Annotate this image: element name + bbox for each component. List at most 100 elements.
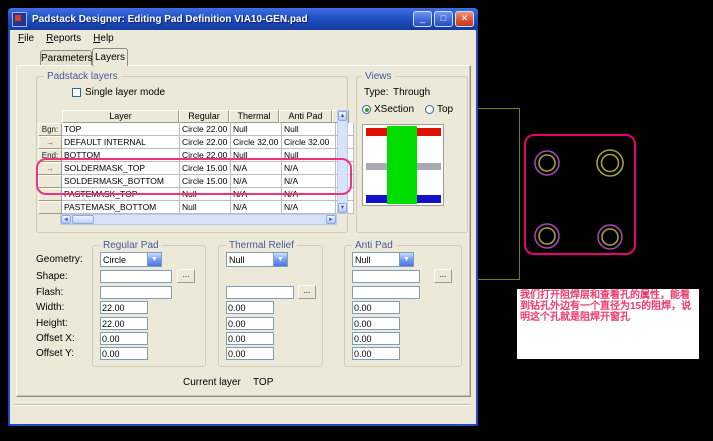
- cell-layer[interactable]: TOP: [62, 123, 180, 136]
- preview-top-pad-left: [366, 128, 387, 136]
- cell-anti-pad[interactable]: N/A: [282, 201, 336, 214]
- cell-regular-pad[interactable]: Circle 22.00: [180, 136, 231, 149]
- soldermask-highlight-ring: [36, 158, 352, 195]
- regular-pad-group-label: Regular Pad: [100, 240, 162, 251]
- view-type-label: Type:: [364, 87, 388, 98]
- table-row[interactable]: Bgn:TOPCircle 22.00NullNull: [38, 123, 338, 136]
- cell-anti-pad[interactable]: Null: [282, 123, 336, 136]
- xsection-radio-label: XSection: [374, 104, 414, 115]
- preview-internal-pad-left: [366, 163, 387, 170]
- anti-height-input[interactable]: [352, 317, 400, 330]
- thermal-relief-group-label: Thermal Relief: [226, 240, 297, 251]
- regular-offset-x-input[interactable]: [100, 332, 148, 345]
- scroll-up-button[interactable]: ▲: [338, 111, 347, 121]
- table-row[interactable]: PASTEMASK_BOTTOMNullN/AN/A: [38, 201, 338, 214]
- via-drill: [602, 229, 618, 245]
- shape-label: Shape:: [36, 271, 68, 282]
- close-button[interactable]: ✕: [455, 11, 474, 27]
- anti-pad-group-label: Anti Pad: [352, 240, 396, 251]
- thermal-shape-browse-button[interactable]: ...: [298, 285, 316, 299]
- menu-bar: FileReportsHelp: [12, 31, 472, 46]
- hscroll-thumb[interactable]: [72, 215, 94, 224]
- cell-regular-pad[interactable]: Null: [180, 201, 231, 214]
- current-layer-label: Current layer: [183, 377, 241, 388]
- column-header[interactable]: Thermal Relief: [229, 110, 279, 123]
- thermal-shape-input[interactable]: [226, 286, 294, 299]
- anti-offset-y-input[interactable]: [352, 347, 400, 360]
- single-layer-mode-checkbox[interactable]: [72, 88, 81, 97]
- top-radio-label: Top: [437, 104, 453, 115]
- cell-layer[interactable]: DEFAULT INTERNAL: [62, 136, 180, 149]
- top-radio[interactable]: [425, 105, 434, 114]
- cell-anti-pad[interactable]: Circle 32.00: [282, 136, 336, 149]
- geometry-label: Geometry:: [36, 254, 83, 265]
- table-header-row: LayerRegular PadThermal ReliefAnti Pad: [38, 110, 338, 123]
- table-hscrollbar[interactable]: ◄ ►: [60, 214, 337, 225]
- dialog-bottom-divider: [14, 404, 471, 406]
- regular-geometry-value: Circle: [101, 255, 147, 265]
- thermal-offset-x-input[interactable]: [226, 332, 274, 345]
- scroll-down-button[interactable]: ▼: [338, 203, 347, 213]
- table-row[interactable]: →DEFAULT INTERNALCircle 22.00Circle 32.0…: [38, 136, 338, 149]
- chevron-down-icon[interactable]: ▼: [273, 253, 287, 266]
- canvas-vias: [505, 105, 665, 270]
- window-title: Padstack Designer: Editing Pad Definitio…: [32, 14, 411, 25]
- anti-shape-input[interactable]: [352, 270, 420, 283]
- tab-parameters[interactable]: Parameters: [40, 50, 92, 65]
- row-marker-button[interactable]: →: [38, 136, 62, 149]
- thermal-width-input[interactable]: [226, 301, 274, 314]
- scroll-right-button[interactable]: ►: [326, 215, 336, 224]
- cell-regular-pad[interactable]: Circle 22.00: [180, 123, 231, 136]
- tab-layers[interactable]: Layers: [92, 48, 128, 66]
- preview-drill-bar: [387, 126, 417, 204]
- header-spacer: [38, 110, 62, 123]
- anti-offset-x-input[interactable]: [352, 332, 400, 345]
- xsection-radio[interactable]: [362, 105, 371, 114]
- maximize-button[interactable]: □: [434, 11, 453, 27]
- height-label: Height:: [36, 318, 68, 329]
- single-layer-mode-label: Single layer mode: [85, 87, 165, 98]
- cell-thermal-relief[interactable]: N/A: [231, 201, 282, 214]
- xsection-preview: [362, 124, 444, 206]
- thermal-offset-y-input[interactable]: [226, 347, 274, 360]
- regular-offset-y-input[interactable]: [100, 347, 148, 360]
- offset-y-label: Offset Y:: [36, 348, 74, 359]
- anti-shape-browse-button[interactable]: ...: [434, 269, 452, 283]
- column-header[interactable]: Anti Pad: [279, 110, 332, 123]
- preview-internal-pad-right: [417, 163, 441, 170]
- scroll-left-button[interactable]: ◄: [61, 215, 71, 224]
- thermal-height-input[interactable]: [226, 317, 274, 330]
- chevron-down-icon[interactable]: ▼: [399, 253, 413, 266]
- regular-geometry-select[interactable]: Circle ▼: [100, 252, 162, 267]
- column-header[interactable]: Regular Pad: [179, 110, 229, 123]
- row-marker-button[interactable]: Bgn:: [38, 123, 62, 136]
- row-marker-button[interactable]: [38, 201, 62, 214]
- cell-thermal-relief[interactable]: Circle 32.00: [231, 136, 282, 149]
- chevron-down-icon[interactable]: ▼: [147, 253, 161, 266]
- annotation-note: 我们打开阻焊层和查看孔的属性，能看到钻孔外边有一个直径为15的阻焊，说明这个孔就…: [517, 289, 699, 359]
- thermal-geometry-value: Null: [227, 255, 273, 265]
- minimize-button[interactable]: _: [413, 11, 432, 27]
- cell-thermal-relief[interactable]: Null: [231, 123, 282, 136]
- anti-geometry-select[interactable]: Null ▼: [352, 252, 414, 267]
- column-header[interactable]: Layer: [62, 110, 179, 123]
- menu-file[interactable]: File: [12, 32, 40, 45]
- via-drill: [539, 228, 555, 244]
- via-drill: [539, 155, 555, 171]
- regular-width-input[interactable]: [100, 301, 148, 314]
- menu-reports[interactable]: Reports: [40, 32, 87, 45]
- title-bar[interactable]: Padstack Designer: Editing Pad Definitio…: [8, 8, 478, 30]
- regular-shape-browse-button[interactable]: ...: [177, 269, 195, 283]
- thermal-geometry-select[interactable]: Null ▼: [226, 252, 288, 267]
- current-layer-value: TOP: [253, 377, 273, 388]
- anti-width-input[interactable]: [352, 301, 400, 314]
- cell-layer[interactable]: PASTEMASK_BOTTOM: [62, 201, 180, 214]
- padstack-layers-group-label: Padstack layers: [44, 71, 121, 82]
- anti-geometry-value: Null: [353, 255, 399, 265]
- anti-flash-input[interactable]: [352, 286, 420, 299]
- regular-shape-input[interactable]: [100, 270, 172, 283]
- menu-help[interactable]: Help: [87, 32, 120, 45]
- regular-height-input[interactable]: [100, 317, 148, 330]
- views-group-label: Views: [362, 71, 395, 82]
- regular-flash-input[interactable]: [100, 286, 172, 299]
